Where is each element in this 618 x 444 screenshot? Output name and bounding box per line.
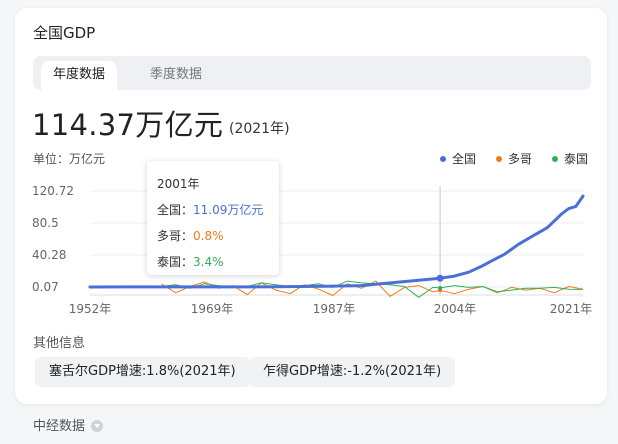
- y-tick-label: 0.07: [32, 280, 59, 294]
- x-tick-label: 2004年: [434, 302, 477, 316]
- other-info-chip[interactable]: 乍得GDP增速:-1.2%(2021年): [249, 357, 456, 387]
- tooltip-row-泰国: 泰国：3.4%: [157, 253, 224, 270]
- y-tick-label: 120.72: [32, 184, 74, 198]
- chart-tooltip: 2001年 全国：11.09万亿元 多哥：0.8% 泰国：3.4%: [147, 161, 279, 275]
- tooltip-value: 0.8%: [193, 229, 224, 243]
- y-tick-label: 80.5: [32, 216, 59, 230]
- gdp-card: 全国GDP 年度数据 季度数据 114.37万亿元 (2021年) 单位：万亿元…: [15, 8, 607, 404]
- tooltip-value: 3.4%: [193, 255, 224, 269]
- footer-source[interactable]: 中经数据: [33, 415, 104, 434]
- y-tick-label: 40.28: [32, 248, 66, 262]
- gdp-line-chart[interactable]: 120.72 80.5 40.28 0.07 1952年 1969年 1987年 2004年 2…: [15, 8, 607, 328]
- x-tick-label: 1969年: [191, 302, 234, 316]
- tooltip-row-多哥: 多哥：0.8%: [157, 227, 224, 244]
- x-tick-label: 2021年: [550, 302, 593, 316]
- tooltip-label: 多哥：: [157, 229, 194, 243]
- chevron-down-icon: [91, 419, 104, 432]
- x-tick-label: 1952年: [69, 302, 112, 316]
- tooltip-year: 2001年: [157, 177, 200, 191]
- other-info-title: 其他信息: [33, 336, 86, 351]
- highlight-point-全国: [436, 274, 444, 282]
- tooltip-label: 泰国：: [157, 255, 194, 269]
- tooltip-value: 11.09万亿元: [193, 203, 264, 217]
- other-info-chip[interactable]: 塞舌尔GDP增速:1.8%(2021年): [35, 357, 250, 387]
- x-tick-label: 1987年: [313, 302, 356, 316]
- footer-label: 中经数据: [33, 419, 86, 434]
- tooltip-label: 全国：: [157, 203, 194, 217]
- highlight-point-泰国: [438, 285, 443, 290]
- tooltip-row-全国: 全国：11.09万亿元: [157, 201, 263, 218]
